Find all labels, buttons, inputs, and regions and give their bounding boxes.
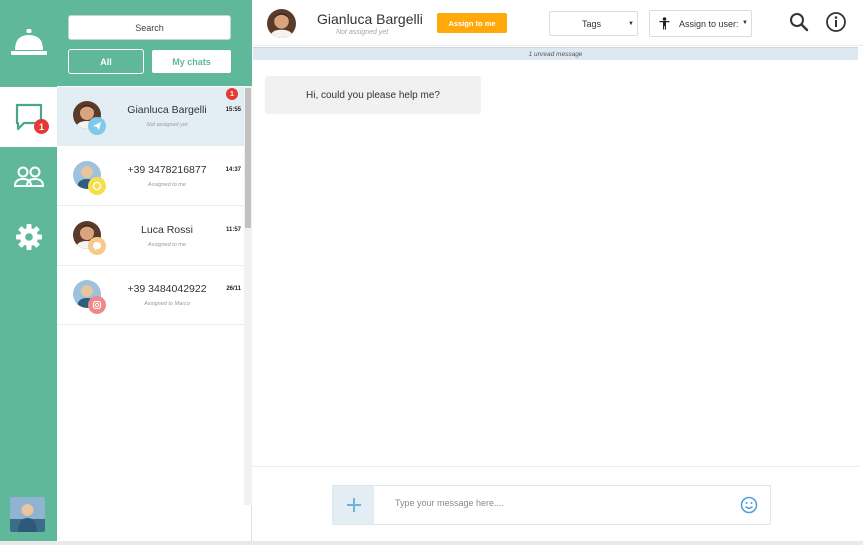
contact-avatar xyxy=(267,9,296,38)
telegram-icon xyxy=(88,117,106,135)
conversation-header: Gianluca Bargelli Not assigned yet Assig… xyxy=(253,0,863,46)
chat-assignment: Assigned to me xyxy=(148,242,186,248)
assignment-status: Not assigned yet xyxy=(336,29,389,36)
chat-assignment: Assigned to Marco xyxy=(144,301,190,307)
chat-time: 11:57 xyxy=(225,227,241,233)
rail-item-chats[interactable]: 1 xyxy=(0,87,57,147)
chat-name: +39 3478216877 xyxy=(127,164,207,176)
message-input[interactable]: Type your message here.... xyxy=(395,498,504,508)
search-button[interactable] xyxy=(789,12,809,37)
tags-label: Tags xyxy=(582,18,602,29)
rail-item-settings[interactable] xyxy=(0,207,57,267)
info-icon xyxy=(826,12,846,32)
bottom-border xyxy=(0,541,863,545)
chat-time: 15:55 xyxy=(225,107,241,113)
tags-dropdown[interactable]: Tags ▼ xyxy=(549,11,638,36)
chat-assignment: Assigned to me xyxy=(148,182,186,188)
messenger-icon xyxy=(88,237,106,255)
chat-time: 14:37 xyxy=(225,167,241,173)
chat-list-scrollbar[interactable] xyxy=(244,86,252,505)
filter-my-chats-button[interactable]: My chats xyxy=(151,49,232,74)
chat-list-panel: Search All My chats Gianluca Bargelli No… xyxy=(57,0,252,541)
rail-unread-badge: 1 xyxy=(34,119,49,134)
add-attachment-button[interactable] xyxy=(333,486,374,524)
whatsapp-icon xyxy=(88,177,106,195)
assign-user-dropdown[interactable]: Assign to user: ▼ xyxy=(649,10,752,37)
filter-all-button[interactable]: All xyxy=(68,49,144,74)
search-icon xyxy=(790,13,809,32)
chat-time: 26/11 xyxy=(226,286,241,292)
assign-to-me-button[interactable]: Assign to me xyxy=(437,13,507,33)
instagram-icon xyxy=(88,296,106,314)
chat-assignment: Not assigned yet xyxy=(146,122,188,128)
plus-icon xyxy=(346,498,361,512)
gear-icon xyxy=(15,224,42,250)
message-composer: Type your message here.... xyxy=(332,485,771,525)
user-avatar[interactable] xyxy=(10,497,45,532)
chat-list-item[interactable]: Luca Rossi Assigned to me 11:57 xyxy=(57,207,244,266)
person-icon xyxy=(659,17,670,32)
chevron-down-icon: ▼ xyxy=(742,20,748,26)
bell-icon xyxy=(10,29,47,55)
rail-item-contacts[interactable] xyxy=(0,147,57,207)
smiley-icon xyxy=(740,496,758,514)
conversation-panel: Gianluca Bargelli Not assigned yet Assig… xyxy=(253,0,863,541)
contact-name: Gianluca Bargelli xyxy=(317,11,423,27)
chat-name: +39 3484042922 xyxy=(127,283,207,295)
unread-banner: 1 unread message xyxy=(253,47,858,60)
chat-name: Gianluca Bargelli xyxy=(127,104,207,116)
assign-user-label: Assign to user: xyxy=(679,18,739,29)
search-input[interactable]: Search xyxy=(68,15,231,40)
unread-badge: 1 xyxy=(226,88,238,100)
chat-list-item[interactable]: +39 3478216877 Assigned to me 14:37 xyxy=(57,147,244,206)
chevron-down-icon: ▼ xyxy=(628,21,634,27)
left-rail: 1 xyxy=(0,0,57,541)
chat-list-item[interactable]: +39 3484042922 Assigned to Marco 26/11 xyxy=(57,266,244,325)
chat-list-item[interactable]: Gianluca Bargelli Not assigned yet 15:55… xyxy=(57,87,244,146)
chat-name: Luca Rossi xyxy=(141,224,193,236)
logo-bell[interactable] xyxy=(0,0,57,86)
emoji-button[interactable] xyxy=(740,496,758,519)
scrollbar-thumb[interactable] xyxy=(245,88,251,228)
message-bubble: Hi, could you please help me? xyxy=(265,76,481,114)
users-icon xyxy=(13,166,44,187)
info-button[interactable] xyxy=(825,11,847,38)
chat-list-header: Search All My chats xyxy=(57,0,252,86)
